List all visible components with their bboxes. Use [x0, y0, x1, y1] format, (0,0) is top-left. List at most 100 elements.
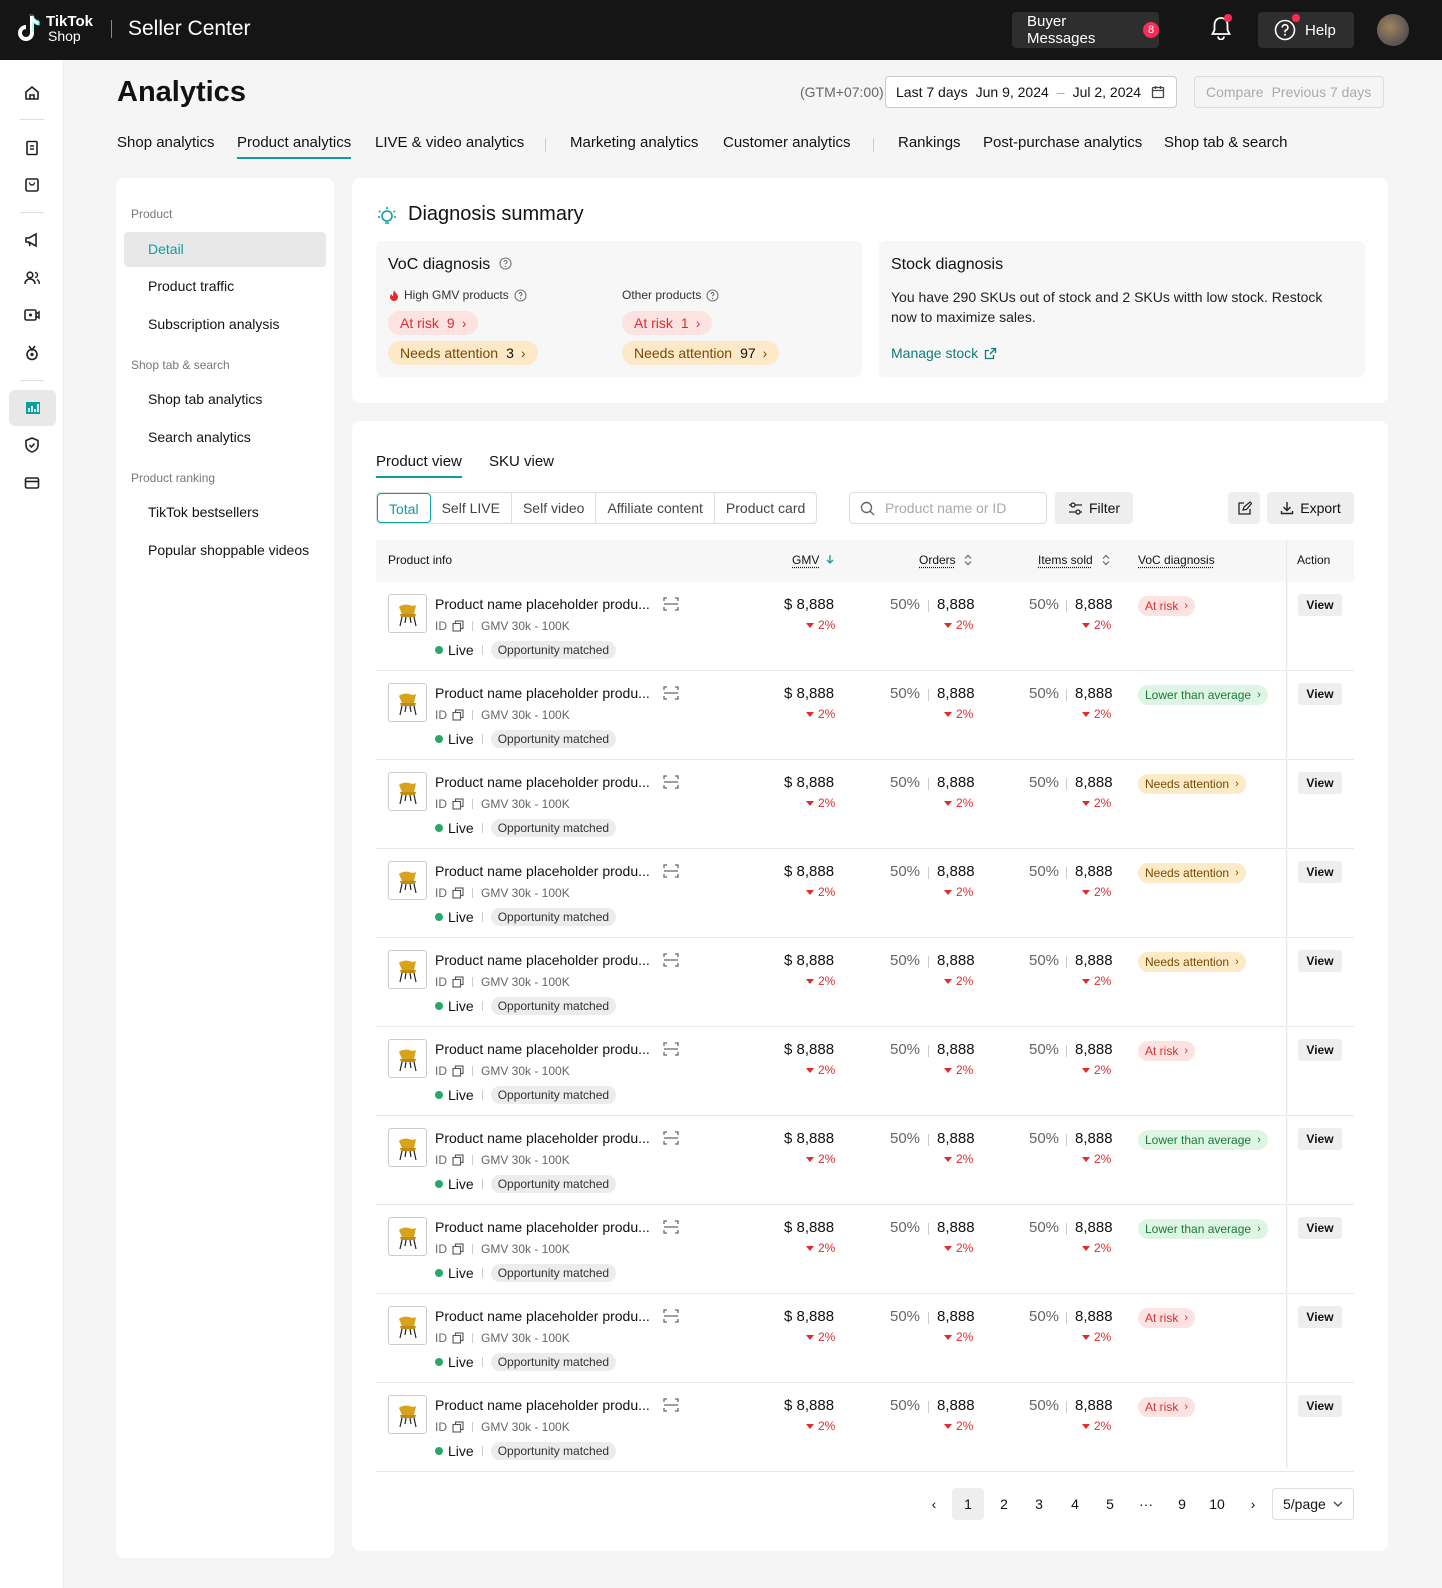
product-thumbnail[interactable] [388, 1306, 427, 1345]
voc-status-tag[interactable]: At risk › [1138, 596, 1196, 616]
segment-self-live[interactable]: Self LIVE [431, 493, 512, 523]
page-ellipsis[interactable]: ··· [1130, 1488, 1162, 1520]
scan-icon[interactable] [663, 1219, 679, 1235]
table-row[interactable]: Product name placeholder produ... ID GMV… [376, 582, 1354, 671]
rewards-icon[interactable] [16, 337, 48, 369]
page-1[interactable]: 1 [952, 1488, 984, 1520]
voc-status-tag[interactable]: Needs attention › [1138, 863, 1246, 883]
segment-total[interactable]: Total [377, 493, 431, 523]
tiktok-shop-logo[interactable]: TikTok Shop [16, 14, 93, 44]
tab-rankings[interactable]: Rankings [898, 134, 961, 151]
tab-sku-view[interactable]: SKU view [489, 453, 554, 470]
info-icon[interactable] [514, 288, 527, 302]
table-row[interactable]: Product name placeholder produ... ID GMV… [376, 938, 1354, 1027]
customers-icon[interactable] [16, 262, 48, 294]
table-row[interactable]: Product name placeholder produ... ID GMV… [376, 760, 1354, 849]
marketing-icon[interactable] [16, 224, 48, 256]
menu-item-detail[interactable]: Detail [124, 232, 326, 267]
tab-post-purchase-analytics[interactable]: Post-purchase analytics [983, 134, 1142, 151]
copy-icon[interactable] [452, 887, 464, 899]
scan-icon[interactable] [663, 1397, 679, 1413]
notification-bell-icon[interactable] [1210, 14, 1232, 43]
scan-icon[interactable] [663, 774, 679, 790]
sort-icon[interactable] [1102, 554, 1110, 566]
product-name[interactable]: Product name placeholder produ... [435, 596, 650, 612]
shield-icon[interactable] [16, 429, 48, 461]
copy-icon[interactable] [452, 798, 464, 810]
product-name[interactable]: Product name placeholder produ... [435, 685, 650, 701]
filter-button[interactable]: Filter [1055, 492, 1133, 524]
sort-icon[interactable] [964, 554, 972, 566]
menu-item-shop-tab-analytics[interactable]: Shop tab analytics [124, 382, 326, 417]
next-page-icon[interactable]: › [1237, 1488, 1269, 1520]
table-row[interactable]: Product name placeholder produ... ID GMV… [376, 849, 1354, 938]
voc-status-tag[interactable]: Lower than average › [1138, 1130, 1268, 1150]
voc-status-tag[interactable]: Needs attention › [1138, 774, 1246, 794]
product-thumbnail[interactable] [388, 950, 427, 989]
copy-icon[interactable] [452, 1421, 464, 1433]
product-thumbnail[interactable] [388, 772, 427, 811]
product-name[interactable]: Product name placeholder produ... [435, 1308, 650, 1324]
col-items-sold[interactable]: Items sold [1038, 553, 1093, 567]
col-gmv[interactable]: GMV [792, 553, 819, 567]
table-row[interactable]: Product name placeholder produ... ID GMV… [376, 1027, 1354, 1116]
other-at-risk-pill[interactable]: At risk 1 › [622, 311, 713, 335]
page-10[interactable]: 10 [1201, 1488, 1233, 1520]
scan-icon[interactable] [663, 596, 679, 612]
table-row[interactable]: Product name placeholder produ... ID GMV… [376, 1205, 1354, 1294]
products-icon[interactable] [16, 169, 48, 201]
edit-columns-button[interactable] [1228, 492, 1260, 524]
product-thumbnail[interactable] [388, 683, 427, 722]
orders-icon[interactable] [16, 132, 48, 164]
tab-live-video-analytics[interactable]: LIVE & video analytics [375, 134, 524, 151]
view-button[interactable]: View [1298, 1395, 1342, 1417]
page-9[interactable]: 9 [1166, 1488, 1198, 1520]
high-gmv-needs-attention-pill[interactable]: Needs attention 3 › [388, 341, 538, 365]
view-button[interactable]: View [1298, 594, 1342, 616]
home-icon[interactable] [16, 77, 48, 109]
high-gmv-at-risk-pill[interactable]: At risk 9 › [388, 311, 479, 335]
copy-icon[interactable] [452, 1065, 464, 1077]
product-name[interactable]: Product name placeholder produ... [435, 1397, 650, 1413]
table-row[interactable]: Product name placeholder produ... ID GMV… [376, 1294, 1354, 1383]
voc-status-tag[interactable]: Lower than average › [1138, 685, 1268, 705]
copy-icon[interactable] [452, 1332, 464, 1344]
page-5[interactable]: 5 [1094, 1488, 1126, 1520]
voc-status-tag[interactable]: At risk › [1138, 1308, 1196, 1328]
compare-dropdown[interactable]: Compare Previous 7 days [1194, 76, 1384, 108]
scan-icon[interactable] [663, 685, 679, 701]
view-button[interactable]: View [1298, 1039, 1342, 1061]
view-button[interactable]: View [1298, 1128, 1342, 1150]
live-video-icon[interactable] [16, 299, 48, 331]
product-name[interactable]: Product name placeholder produ... [435, 1130, 650, 1146]
user-avatar[interactable] [1377, 14, 1409, 46]
product-name[interactable]: Product name placeholder produ... [435, 863, 650, 879]
segment-self-video[interactable]: Self video [512, 493, 597, 523]
tab-product-view[interactable]: Product view [376, 453, 462, 478]
date-range-picker[interactable]: Last 7 days Jun 9, 2024 – Jul 2, 2024 [885, 76, 1177, 108]
col-orders[interactable]: Orders [919, 553, 956, 567]
scan-icon[interactable] [663, 1130, 679, 1146]
product-thumbnail[interactable] [388, 1217, 427, 1256]
segment-affiliate-content[interactable]: Affiliate content [596, 493, 715, 523]
product-name[interactable]: Product name placeholder produ... [435, 774, 650, 790]
copy-icon[interactable] [452, 620, 464, 632]
product-search-input[interactable]: Product name or ID [849, 492, 1047, 524]
view-button[interactable]: View [1298, 950, 1342, 972]
menu-item-product-traffic[interactable]: Product traffic [124, 269, 326, 304]
tab-marketing-analytics[interactable]: Marketing analytics [570, 134, 698, 151]
copy-icon[interactable] [452, 1243, 464, 1255]
page-size-select[interactable]: 5/page [1272, 1488, 1354, 1520]
copy-icon[interactable] [452, 1154, 464, 1166]
voc-status-tag[interactable]: At risk › [1138, 1041, 1196, 1061]
voc-status-tag[interactable]: At risk › [1138, 1397, 1196, 1417]
page-4[interactable]: 4 [1059, 1488, 1091, 1520]
menu-item-search-analytics[interactable]: Search analytics [124, 420, 326, 455]
copy-icon[interactable] [452, 976, 464, 988]
other-needs-attention-pill[interactable]: Needs attention 97 › [622, 341, 780, 365]
export-button[interactable]: Export [1267, 492, 1354, 524]
product-thumbnail[interactable] [388, 1128, 427, 1167]
product-name[interactable]: Product name placeholder produ... [435, 1041, 650, 1057]
analytics-icon[interactable] [9, 390, 56, 426]
prev-page-icon[interactable]: ‹ [918, 1488, 950, 1520]
